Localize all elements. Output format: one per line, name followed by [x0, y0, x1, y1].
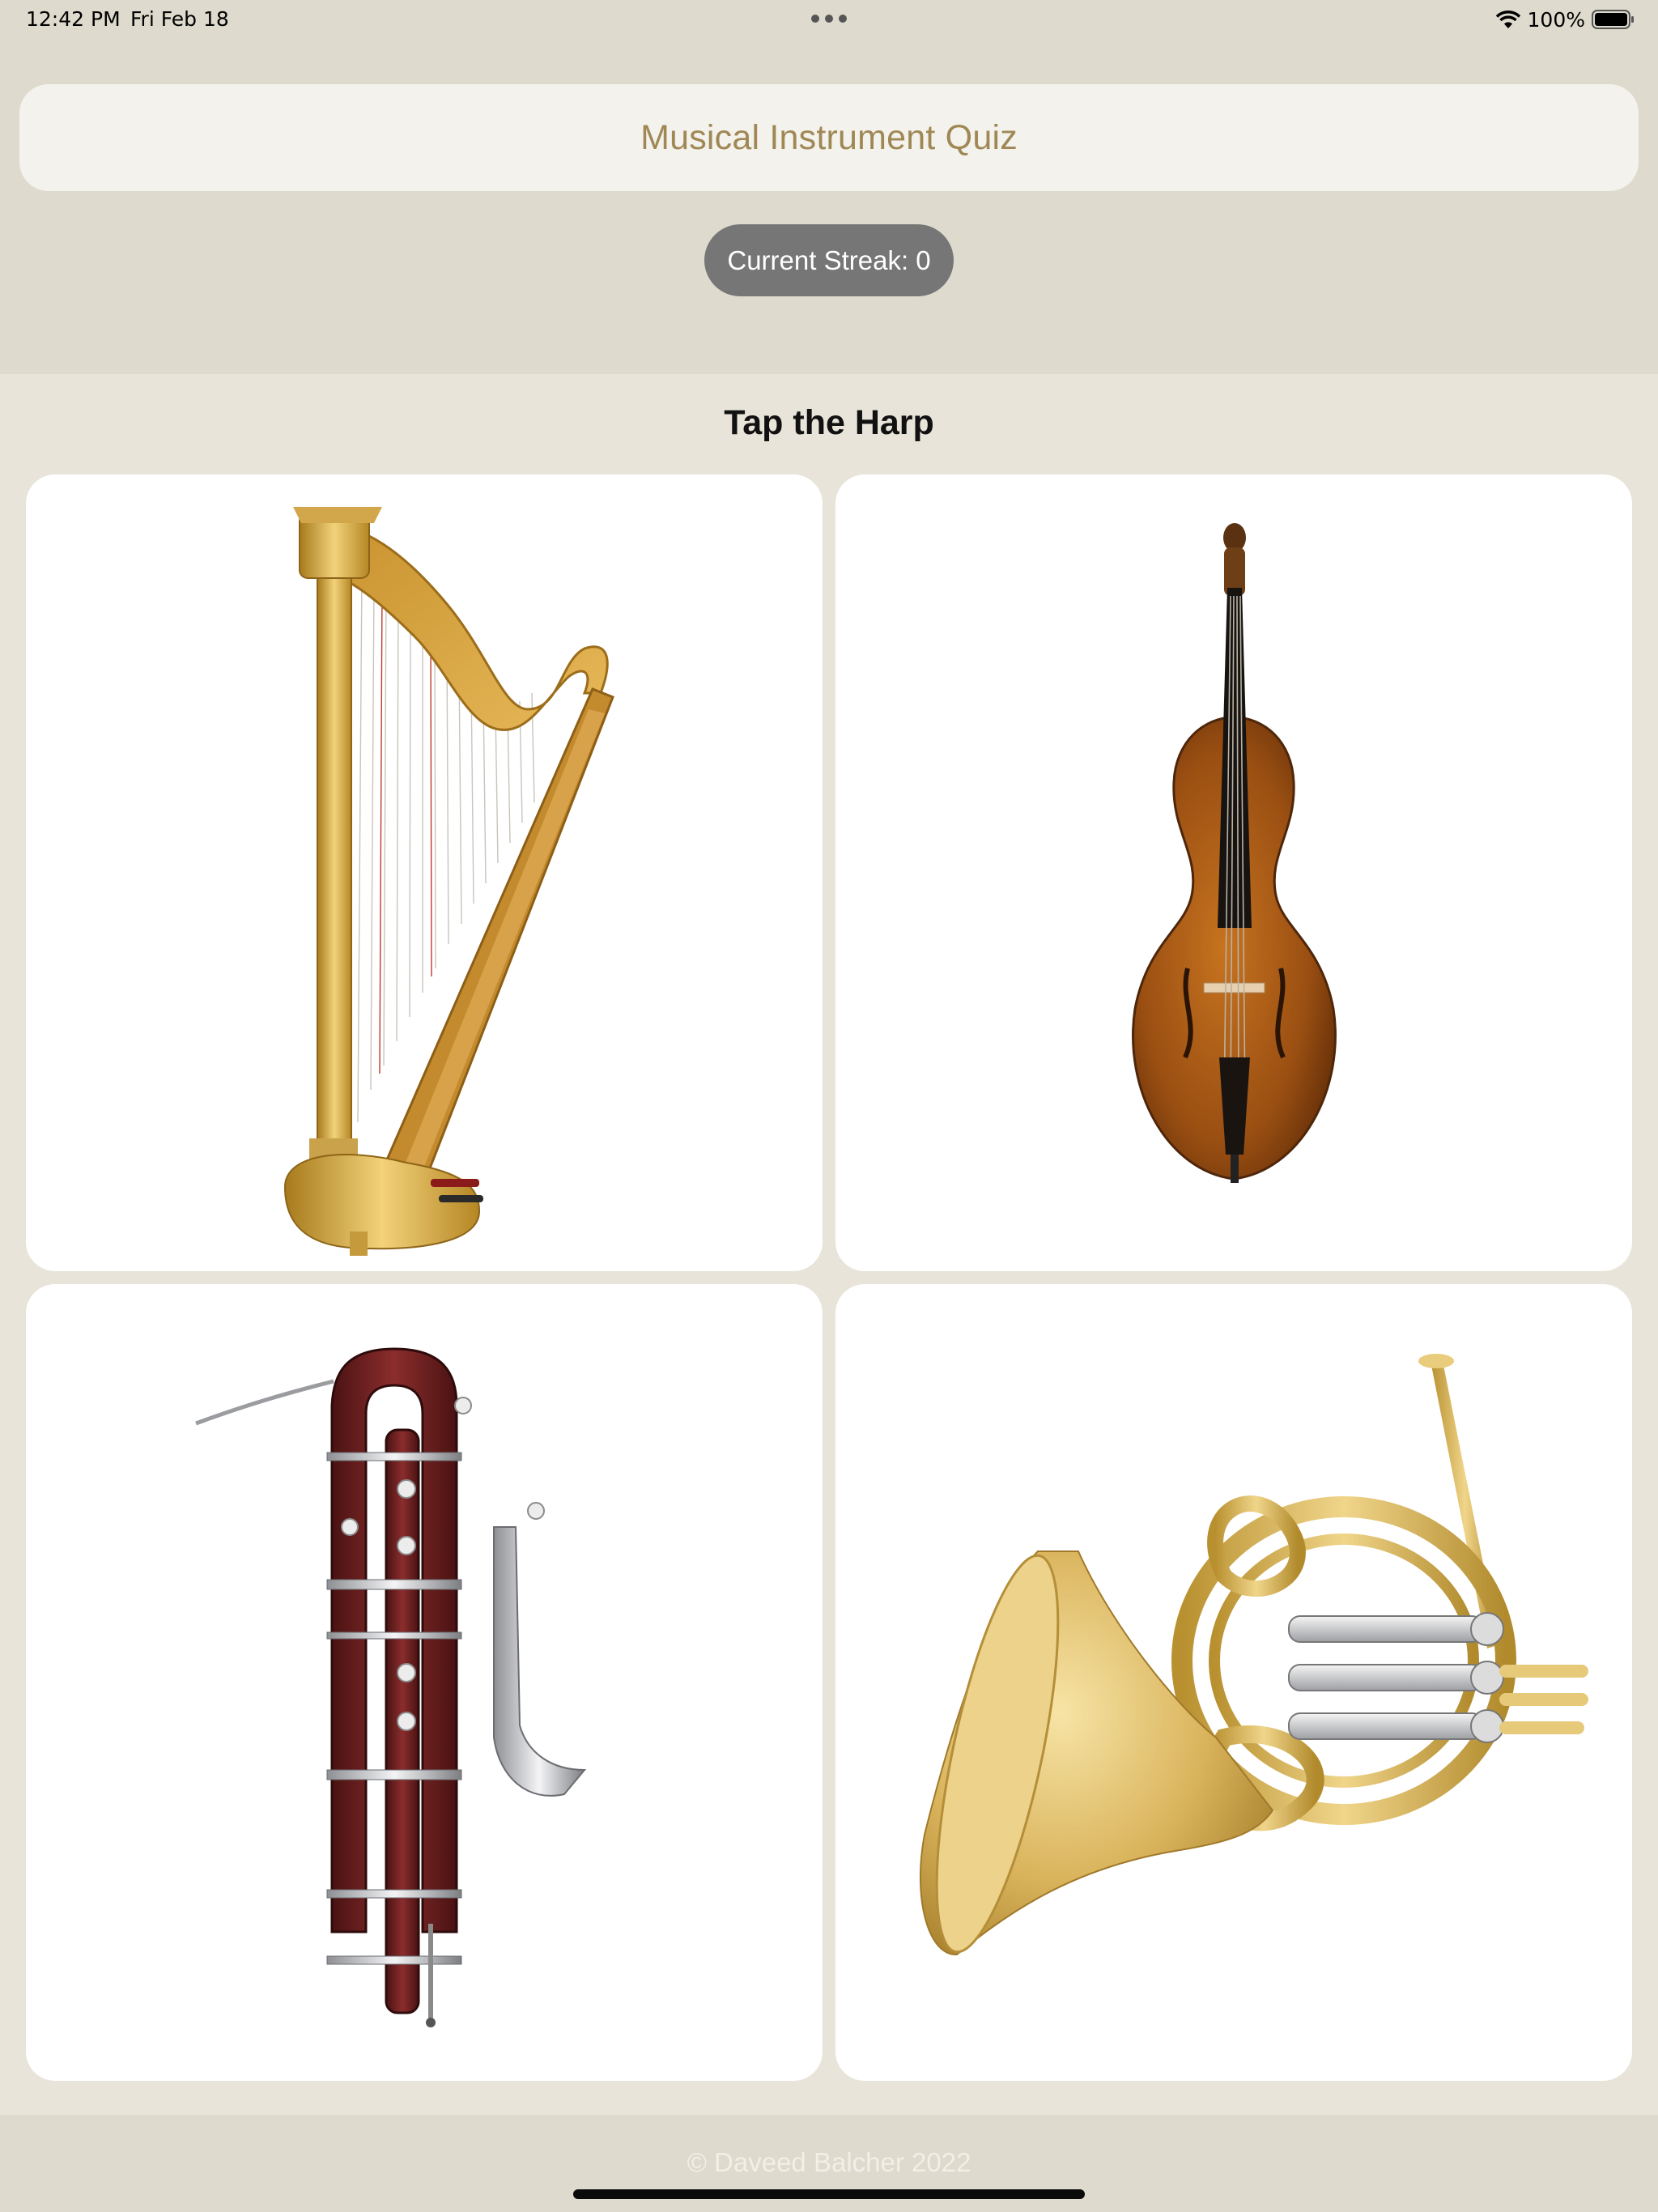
answer-card-double-bass[interactable]: [835, 474, 1632, 1271]
quiz-prompt: Tap the Harp: [724, 403, 934, 442]
french-horn-image: [919, 1354, 1588, 1956]
harp-image: [283, 507, 614, 1256]
answer-card-harp[interactable]: [26, 474, 823, 1271]
status-indicators: 100%: [1495, 6, 1635, 32]
status-time: 12:42 PM: [26, 7, 121, 31]
status-bar: 12:42 PM Fri Feb 18 100%: [0, 0, 1658, 40]
multitasking-dots-icon[interactable]: [811, 15, 847, 23]
answer-card-contrabassoon[interactable]: [26, 1284, 823, 2081]
home-indicator[interactable]: [573, 2189, 1085, 2199]
battery-percent: 100%: [1527, 7, 1585, 32]
double-bass-image: [1132, 523, 1337, 1183]
wifi-icon: [1495, 11, 1520, 28]
copyright-text: © Daveed Balcher 2022: [687, 2147, 971, 2177]
streak-badge: Current Streak: 0: [704, 224, 954, 296]
status-date: Fri Feb 18: [130, 7, 229, 31]
battery-icon: [1592, 10, 1634, 29]
answer-card-french-horn[interactable]: [835, 1284, 1632, 2081]
app-title: Musical Instrument Quiz: [19, 84, 1639, 191]
contrabassoon-image: [195, 1347, 587, 2027]
